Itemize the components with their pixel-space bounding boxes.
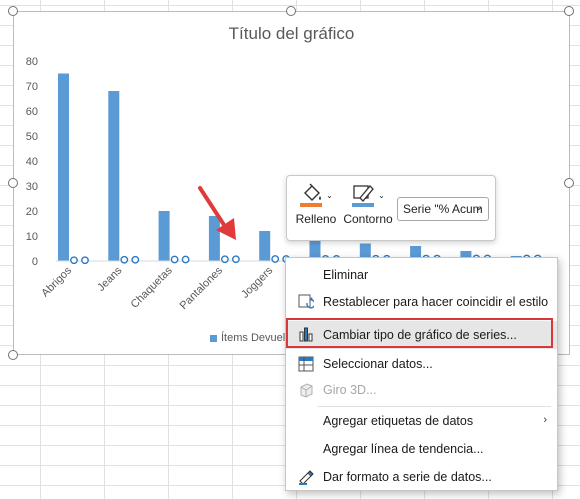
series-point-marker[interactable] xyxy=(81,256,89,265)
menu-item-format-series[interactable]: Dar formato a serie de datos... xyxy=(286,464,557,490)
x-tick-label: Jeans xyxy=(95,264,125,294)
outline-button[interactable]: ⌄ Contorno xyxy=(341,182,395,226)
resize-handle-bl[interactable] xyxy=(8,350,18,360)
menu-item-label: Giro 3D... xyxy=(323,383,377,397)
pen-outline-icon xyxy=(352,185,375,207)
menu-item-label: Eliminar xyxy=(323,268,369,282)
x-tick-label: Abrigos xyxy=(39,264,74,299)
series-point-marker[interactable] xyxy=(120,255,129,264)
paint-bucket-icon xyxy=(300,183,323,207)
y-tick-label: 70 xyxy=(26,81,38,93)
menu-item-add-trendline[interactable]: Agregar línea de tendencia... xyxy=(286,436,557,462)
series-point-marker[interactable] xyxy=(170,255,179,264)
menu-item-label: Dar formato a serie de datos... xyxy=(323,470,492,484)
series-point-marker[interactable] xyxy=(231,255,240,264)
menu-item-label: Seleccionar datos... xyxy=(323,357,433,371)
format-series-icon xyxy=(299,470,314,485)
resize-handle-tm[interactable] xyxy=(286,6,296,16)
y-tick-label: 60 xyxy=(26,106,38,118)
series-point-marker[interactable] xyxy=(70,256,78,265)
x-tick-label: Chaquetas xyxy=(129,264,175,310)
series-point-marker[interactable] xyxy=(220,255,229,264)
menu-item-reset-style[interactable]: Restablecer para hacer coincidir el esti… xyxy=(286,289,557,315)
outline-label: Contorno xyxy=(343,212,393,226)
bar[interactable] xyxy=(108,91,120,261)
fill-button[interactable]: ⌄ Relleno xyxy=(293,182,339,226)
series-point-marker[interactable] xyxy=(271,255,280,263)
format-mini-toolbar: ⌄ Relleno ⌄ Contorno Serie "% Acum ⌄ xyxy=(286,175,496,241)
change-chart-type-icon xyxy=(299,327,313,342)
menu-item-label: Agregar línea de tendencia... xyxy=(323,442,484,456)
resize-handle-tr[interactable] xyxy=(564,6,574,16)
context-menu: Eliminar Restablecer para hacer coincidi… xyxy=(285,257,558,491)
y-tick-label: 10 xyxy=(26,231,38,243)
menu-item-add-data-labels[interactable]: Agregar etiquetas de datos › xyxy=(286,408,557,434)
legend[interactable]: Ítems Devuelto xyxy=(210,332,294,344)
menu-separator xyxy=(318,406,551,407)
y-tick-label: 80 xyxy=(26,56,38,68)
y-tick-label: 30 xyxy=(26,181,38,193)
bar[interactable] xyxy=(259,231,271,261)
x-tick-label: Pantalones xyxy=(178,264,226,312)
menu-item-select-data[interactable]: Seleccionar datos... xyxy=(286,351,557,377)
resize-handle-tl[interactable] xyxy=(8,6,18,16)
menu-item-3d-rotation: Giro 3D... xyxy=(286,377,557,403)
chevron-down-icon: ⌄ xyxy=(474,202,483,213)
menu-item-label: Restablecer para hacer coincidir el esti… xyxy=(323,295,549,309)
chevron-right-icon: › xyxy=(543,414,547,426)
y-tick-label: 0 xyxy=(32,256,38,268)
menu-item-change-chart-type[interactable]: Cambiar tipo de gráfico de series... xyxy=(286,321,557,349)
menu-item-label: Cambiar tipo de gráfico de series... xyxy=(323,328,517,342)
resize-handle-ml[interactable] xyxy=(8,178,18,188)
y-tick-label: 50 xyxy=(26,131,38,143)
y-tick-label: 20 xyxy=(26,206,38,218)
series-point-marker[interactable] xyxy=(181,255,190,264)
legend-label: Ítems Devuelto xyxy=(221,332,295,344)
bar[interactable] xyxy=(158,211,170,261)
series-dropdown[interactable]: Serie "% Acum ⌄ xyxy=(397,197,489,221)
resize-handle-mr[interactable] xyxy=(564,178,574,188)
y-tick-label: 40 xyxy=(26,156,38,168)
chevron-down-icon: ⌄ xyxy=(378,190,385,200)
menu-separator xyxy=(318,318,551,319)
rotate-3d-icon xyxy=(300,383,313,398)
series-dropdown-value: Serie "% Acum xyxy=(403,202,483,216)
reset-style-icon xyxy=(298,294,314,309)
legend-swatch xyxy=(210,334,217,342)
chevron-down-icon: ⌄ xyxy=(326,190,333,200)
menu-item-delete[interactable]: Eliminar xyxy=(286,262,557,288)
select-data-icon xyxy=(298,356,314,372)
bar[interactable] xyxy=(58,73,69,262)
menu-item-label: Agregar etiquetas de datos xyxy=(323,414,474,428)
fill-label: Relleno xyxy=(295,212,337,226)
x-tick-label: Joggers xyxy=(239,264,276,301)
series-point-marker[interactable] xyxy=(131,255,140,264)
annotation-arrow xyxy=(198,186,236,240)
